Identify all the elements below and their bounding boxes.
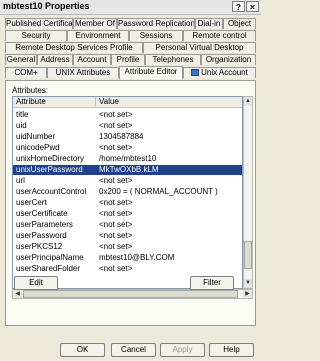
attribute-name-cell: userAccountControl xyxy=(16,187,87,196)
attribute-value-cell: <not set> xyxy=(99,110,133,119)
attribute-value-cell: <not set> xyxy=(99,143,133,152)
attribute-name-cell: userCertificate xyxy=(16,209,68,218)
tab-member-of[interactable]: Member Of xyxy=(73,18,117,29)
table-row[interactable]: unixUserPassword MkTwOXbB.kLM xyxy=(13,165,242,175)
tab-security[interactable]: Security xyxy=(5,30,67,41)
title-bar: mbtest10 Properties ? ✕ xyxy=(0,0,261,15)
table-row[interactable]: userPassword <not set> xyxy=(13,231,242,241)
attributes-list-header: Attribute Value xyxy=(13,97,242,108)
attribute-value-cell: <not set> xyxy=(99,231,133,240)
attribute-name-cell: uid xyxy=(16,121,27,130)
apply-button[interactable]: Apply xyxy=(160,343,205,357)
tab-attribute-editor[interactable]: Attribute Editor xyxy=(119,66,183,79)
window-title: mbtest10 Properties xyxy=(3,1,90,11)
table-row[interactable]: userCert <not set> xyxy=(13,198,242,208)
filter-button[interactable]: Filter xyxy=(190,276,234,290)
table-row[interactable]: unicodePwd <not set> xyxy=(13,143,242,153)
table-row[interactable]: userCertificate <not set> xyxy=(13,209,242,219)
attribute-value-cell: <not set> xyxy=(99,209,133,218)
ok-button[interactable]: OK xyxy=(60,343,105,357)
attribute-value-cell: <not set> xyxy=(99,121,133,130)
table-row[interactable]: uid <not set> xyxy=(13,121,242,131)
attribute-value-cell: mbtest10@BLY.COM xyxy=(99,253,175,262)
attribute-name-cell: userPKCS12 xyxy=(16,242,63,251)
tab-remote-control[interactable]: Remote control xyxy=(183,30,256,41)
table-row[interactable]: userParameters <not set> xyxy=(13,220,242,230)
tab-address[interactable]: Address xyxy=(37,54,73,65)
tab-com-plus[interactable]: COM+ xyxy=(5,67,47,78)
tab-password-replication[interactable]: Password Replication xyxy=(117,18,195,29)
attribute-name-cell: uidNumber xyxy=(16,132,56,141)
attribute-value-cell: MkTwOXbB.kLM xyxy=(99,165,159,174)
attribute-name-cell: unicodePwd xyxy=(16,143,60,152)
attribute-value-cell: <not set> xyxy=(99,176,133,185)
table-row[interactable]: unixHomeDirectory/home/mbtest10 xyxy=(13,154,242,164)
table-row[interactable]: userSharedFolder <not set> xyxy=(13,264,242,274)
attribute-name-cell: unixHomeDirectory xyxy=(16,154,85,163)
vertical-scroll-thumb[interactable] xyxy=(244,241,252,269)
attribute-name-cell: userPassword xyxy=(16,231,67,240)
attribute-value-cell: <not set> xyxy=(99,264,133,273)
table-row[interactable]: title <not set> xyxy=(13,110,242,120)
tab-account[interactable]: Account xyxy=(73,54,111,65)
scroll-up-arrow-icon[interactable]: ▲ xyxy=(244,97,252,106)
close-icon[interactable]: ✕ xyxy=(246,1,259,12)
horizontal-scrollbar[interactable]: ◀ ▶ xyxy=(12,289,253,299)
attribute-name-cell: userPrincipalName xyxy=(16,253,84,262)
unix-account-icon xyxy=(191,69,200,76)
tab-general[interactable]: General xyxy=(5,54,37,65)
attribute-name-cell: userCert xyxy=(16,198,47,207)
tab-object[interactable]: Object xyxy=(223,18,256,29)
attribute-value-cell: /home/mbtest10 xyxy=(99,154,157,163)
table-row[interactable]: userPrincipalName mbtest10@BLY.COM xyxy=(13,253,242,263)
table-row[interactable]: userPKCS12 <not set> xyxy=(13,242,242,252)
tab-sessions[interactable]: Sessions xyxy=(129,30,183,41)
attribute-value-cell: <not set> xyxy=(99,198,133,207)
attribute-value-cell: <not set> xyxy=(99,220,133,229)
cancel-button[interactable]: Cancel xyxy=(111,343,156,357)
column-header-value[interactable]: Value xyxy=(96,97,242,107)
scroll-down-arrow-icon[interactable]: ▼ xyxy=(244,279,252,288)
table-row[interactable]: uidNumber 1304587884 xyxy=(13,132,242,142)
tab-unix-account-label: Unix Account xyxy=(201,68,248,77)
help-icon[interactable]: ? xyxy=(232,1,245,12)
column-header-attribute[interactable]: Attribute xyxy=(13,97,96,107)
scroll-right-arrow-icon[interactable]: ▶ xyxy=(243,290,252,298)
tab-published-certificates[interactable]: Published Certificates xyxy=(5,18,73,29)
tab-dial-in[interactable]: Dial-in xyxy=(195,18,223,29)
attribute-name-cell: url xyxy=(16,176,25,185)
attribute-value-cell: 1304587884 xyxy=(99,132,144,141)
tab-profile[interactable]: Profile xyxy=(111,54,145,65)
attributes-list[interactable]: Attribute Value title <not set> uid <not se… xyxy=(12,96,243,289)
table-row[interactable]: userAccountControl 0x200 = ( NORMAL_ACCOU… xyxy=(13,187,242,197)
attribute-name-cell: title xyxy=(16,110,29,119)
tab-remote-desktop-services-profile[interactable]: Remote Desktop Services Profile xyxy=(5,42,143,53)
tab-unix-account[interactable]: Unix Account xyxy=(183,67,256,78)
edit-button[interactable]: Edit xyxy=(14,276,58,290)
help-button[interactable]: Help xyxy=(209,343,254,357)
tab-organization[interactable]: Organization xyxy=(201,54,256,65)
attribute-name-cell: userParameters xyxy=(16,220,73,229)
horizontal-scroll-thumb[interactable] xyxy=(23,290,238,298)
tab-personal-virtual-desktop[interactable]: Personal Virtual Desktop xyxy=(143,42,256,53)
attributes-label: Attributes: xyxy=(12,86,49,95)
vertical-scrollbar[interactable]: ▲ ▼ xyxy=(243,96,253,289)
tab-unix-attributes[interactable]: UNIX Attributes xyxy=(47,67,119,78)
tab-telephones[interactable]: Telephones xyxy=(145,54,201,65)
attribute-value-cell: 0x200 = ( NORMAL_ACCOUNT ) xyxy=(99,187,218,196)
attribute-value-cell: <not set> xyxy=(99,242,133,251)
table-row[interactable]: url <not set> xyxy=(13,176,242,186)
attribute-name-cell: unixUserPassword xyxy=(16,165,83,174)
tab-environment[interactable]: Environment xyxy=(67,30,129,41)
scroll-left-arrow-icon[interactable]: ◀ xyxy=(13,290,22,298)
attribute-name-cell: userSharedFolder xyxy=(16,264,81,273)
